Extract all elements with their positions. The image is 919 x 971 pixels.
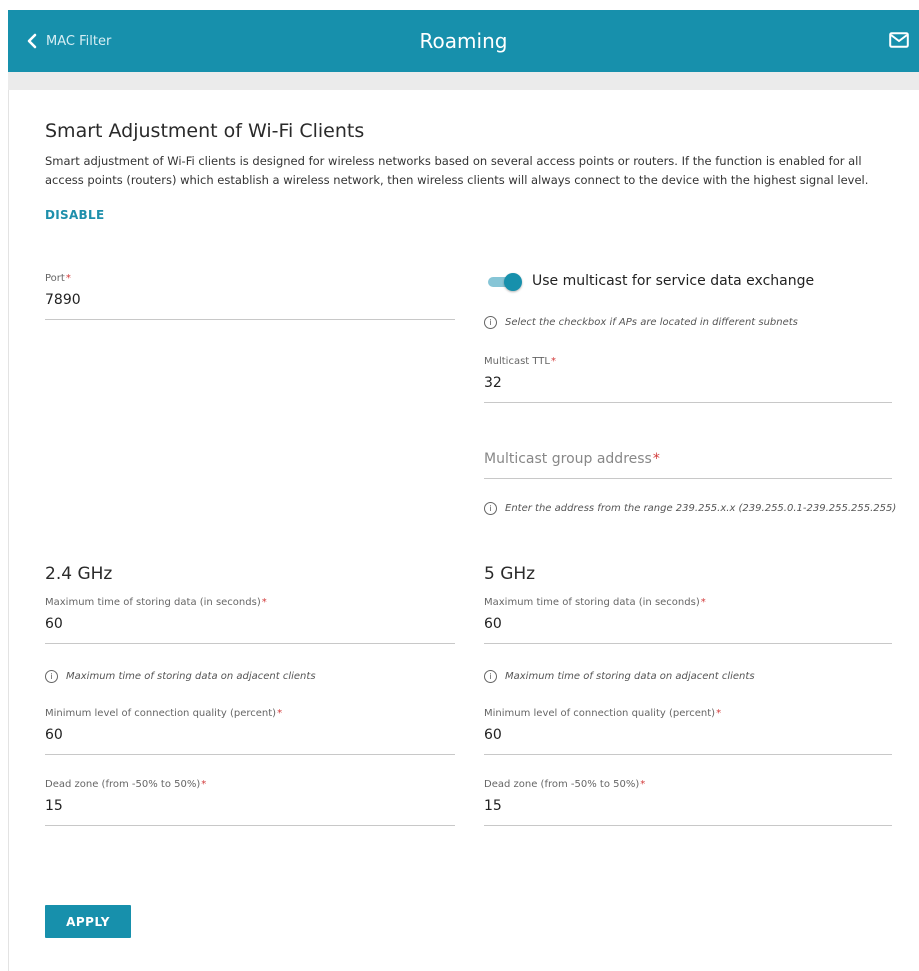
section-description: Smart adjustment of Wi-Fi clients is des… xyxy=(45,152,915,190)
band5-max-time-value: 60 xyxy=(484,616,502,632)
content-panel: Smart Adjustment of Wi-Fi Clients Smart … xyxy=(8,90,919,971)
band5-max-time-field[interactable]: Maximum time of storing data (in seconds… xyxy=(484,597,892,644)
band5-max-time-label: Maximum time of storing data (in seconds… xyxy=(484,597,700,608)
required-mark: * xyxy=(261,597,267,608)
multicast-ttl-value: 32 xyxy=(484,375,502,391)
description-line-1: Smart adjustment of Wi-Fi clients is des… xyxy=(45,154,862,168)
group-address-placeholder: Multicast group address xyxy=(484,451,652,467)
top-bar: MAC Filter Roaming xyxy=(8,10,919,72)
ttl-label-wrap: Multicast TTL* xyxy=(484,356,892,367)
port-label: Port xyxy=(45,273,65,284)
band5-min-quality-label-wrap: Minimum level of connection quality (per… xyxy=(484,708,892,719)
band5-min-quality-value: 60 xyxy=(484,727,502,743)
band24-max-time-label: Maximum time of storing data (in seconds… xyxy=(45,597,261,608)
band24-dead-zone-field[interactable]: Dead zone (from -50% to 50%)* 15 xyxy=(45,779,455,826)
band24-min-quality-value: 60 xyxy=(45,727,63,743)
back-button[interactable]: MAC Filter xyxy=(26,10,111,72)
band-5-title: 5 GHz xyxy=(484,564,536,584)
back-label: MAC Filter xyxy=(46,33,112,49)
band5-max-time-hint: i Maximum time of storing data on adjace… xyxy=(484,670,755,683)
required-mark: * xyxy=(652,451,660,467)
required-mark: * xyxy=(700,597,706,608)
multicast-ttl-label: Multicast TTL xyxy=(484,356,550,367)
band24-dead-zone-underline xyxy=(45,825,455,826)
band5-max-time-hint-text: Maximum time of storing data on adjacent… xyxy=(505,671,755,682)
group-address-underline xyxy=(484,478,892,479)
section-title: Smart Adjustment of Wi-Fi Clients xyxy=(45,120,365,142)
band24-min-quality-label: Minimum level of connection quality (per… xyxy=(45,708,277,719)
info-icon: i xyxy=(484,670,497,683)
required-mark: * xyxy=(201,779,207,790)
band24-min-quality-underline xyxy=(45,754,455,755)
band24-max-time-value: 60 xyxy=(45,616,63,632)
toggle-knob xyxy=(504,273,522,291)
band5-min-quality-label: Minimum level of connection quality (per… xyxy=(484,708,716,719)
band24-max-time-underline xyxy=(45,643,455,644)
required-mark: * xyxy=(551,356,556,367)
multicast-hint-text: Select the checkbox if APs are located i… xyxy=(505,317,798,328)
apply-button[interactable]: APPLY xyxy=(45,905,131,938)
multicast-hint: i Select the checkbox if APs are located… xyxy=(484,316,798,329)
band5-dead-zone-label: Dead zone (from -50% to 50%) xyxy=(484,779,640,790)
group-address-hint-text: Enter the address from the range 239.255… xyxy=(505,503,897,514)
band24-max-time-hint-text: Maximum time of storing data on adjacent… xyxy=(66,671,316,682)
multicast-toggle-label: Use multicast for service data exchange xyxy=(532,273,815,289)
port-field[interactable]: Port* 7890 xyxy=(45,273,455,320)
multicast-ttl-field[interactable]: Multicast TTL* 32 xyxy=(484,356,892,403)
chevron-left-icon xyxy=(26,33,38,49)
band24-max-time-field[interactable]: Maximum time of storing data (in seconds… xyxy=(45,597,455,644)
port-value: 7890 xyxy=(45,292,81,308)
required-mark: * xyxy=(277,708,283,719)
description-line-2: access points (routers) which establish … xyxy=(45,173,869,187)
group-address-hint: i Enter the address from the range 239.2… xyxy=(484,502,896,515)
band5-max-time-label-wrap: Maximum time of storing data (in seconds… xyxy=(484,597,892,608)
group-address-placeholder-wrap: Multicast group address* xyxy=(484,451,892,467)
ttl-underline xyxy=(484,402,892,403)
info-icon: i xyxy=(484,316,497,329)
info-icon: i xyxy=(484,502,497,515)
band5-dead-zone-label-wrap: Dead zone (from -50% to 50%)* xyxy=(484,779,892,790)
band5-max-time-underline xyxy=(484,643,892,644)
band-24-title: 2.4 GHz xyxy=(45,564,113,584)
required-mark: * xyxy=(65,273,71,284)
band24-max-time-label-wrap: Maximum time of storing data (in seconds… xyxy=(45,597,455,608)
mail-icon[interactable] xyxy=(889,32,909,48)
band5-min-quality-underline xyxy=(484,754,892,755)
band5-dead-zone-value: 15 xyxy=(484,798,502,814)
band5-min-quality-field[interactable]: Minimum level of connection quality (per… xyxy=(484,708,892,755)
port-underline xyxy=(45,319,455,320)
band24-min-quality-label-wrap: Minimum level of connection quality (per… xyxy=(45,708,455,719)
disable-button[interactable]: DISABLE xyxy=(45,208,104,222)
band24-min-quality-field[interactable]: Minimum level of connection quality (per… xyxy=(45,708,455,755)
port-label-wrap: Port* xyxy=(45,273,455,284)
band24-max-time-hint: i Maximum time of storing data on adjace… xyxy=(45,670,316,683)
sub-bar xyxy=(8,72,919,90)
band24-dead-zone-value: 15 xyxy=(45,798,63,814)
page-title: Roaming xyxy=(419,29,508,53)
required-mark: * xyxy=(640,779,646,790)
required-mark: * xyxy=(716,708,722,719)
info-icon: i xyxy=(45,670,58,683)
band24-dead-zone-label: Dead zone (from -50% to 50%) xyxy=(45,779,201,790)
band24-dead-zone-label-wrap: Dead zone (from -50% to 50%)* xyxy=(45,779,455,790)
multicast-toggle[interactable] xyxy=(486,273,522,291)
band5-dead-zone-underline xyxy=(484,825,892,826)
multicast-group-address-field[interactable]: Multicast group address* xyxy=(484,451,892,479)
band5-dead-zone-field[interactable]: Dead zone (from -50% to 50%)* 15 xyxy=(484,779,892,826)
